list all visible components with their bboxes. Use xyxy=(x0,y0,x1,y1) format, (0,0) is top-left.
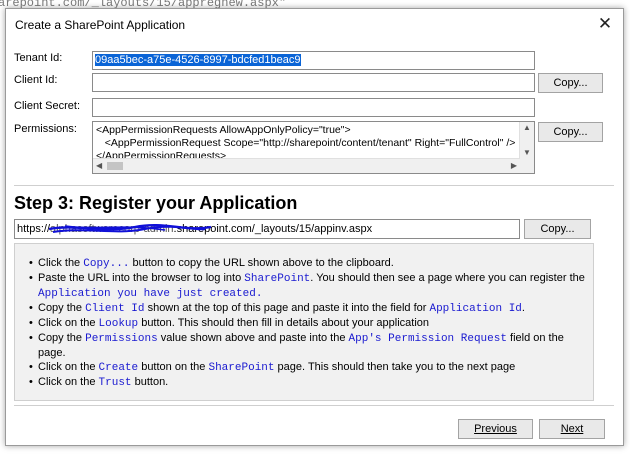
client-id-field[interactable] xyxy=(92,73,535,92)
instruction-code: Client Id xyxy=(85,303,145,315)
instruction-text: value shown above and paste into the xyxy=(157,332,349,344)
instruction-item: Click on the Trust button. xyxy=(29,375,589,390)
permissions-line: <AppPermissionRequests AllowAppOnlyPolic… xyxy=(96,124,351,136)
previous-button[interactable]: Previous xyxy=(458,419,533,439)
client-secret-field[interactable] xyxy=(92,98,535,117)
copy-url-button[interactable]: Copy... xyxy=(524,219,591,239)
permissions-horizontal-scrollbar[interactable]: ◀ ▶ xyxy=(93,158,520,173)
instruction-code: Permissions xyxy=(85,333,158,345)
instruction-text: Click on the xyxy=(38,376,99,388)
next-button[interactable]: Next xyxy=(539,419,605,439)
client-secret-label: Client Secret: xyxy=(14,100,81,112)
instruction-text: Click on the xyxy=(38,361,99,373)
instructions-list: Click the Copy... button to copy the URL… xyxy=(29,256,589,390)
instruction-text: button. xyxy=(131,376,169,388)
permissions-textarea[interactable]: <AppPermissionRequests AllowAppOnlyPolic… xyxy=(92,121,535,174)
permissions-vertical-scrollbar[interactable]: ▲ ▼ xyxy=(519,122,534,160)
instruction-code: App's Permission Request xyxy=(348,333,507,345)
instruction-code: Create xyxy=(98,362,139,374)
scroll-up-icon[interactable]: ▲ xyxy=(523,123,531,132)
copy-client-id-button[interactable]: Copy... xyxy=(538,73,603,93)
horizontal-scroll-thumb[interactable] xyxy=(107,162,123,170)
instruction-text: button. This should then fill in details… xyxy=(138,317,430,329)
previous-button-label: Previous xyxy=(474,423,517,435)
register-url-field[interactable]: https://alphasoftwarecorp-admin.sharepoi… xyxy=(14,219,520,239)
instruction-text: Copy the xyxy=(38,332,86,344)
scroll-left-icon[interactable]: ◀ xyxy=(96,161,102,170)
permissions-line: <AppPermissionRequest Scope="http://shar… xyxy=(96,137,516,149)
instruction-text: . xyxy=(521,302,525,314)
instruction-code: Application you have just created. xyxy=(38,288,263,300)
instruction-code: Application Id xyxy=(429,303,522,315)
tenant-id-value: 09aa5bec-a75e-4526-8997-bdcfed1beac9 xyxy=(95,54,301,66)
step-heading: Step 3: Register your Application xyxy=(14,193,298,213)
create-sharepoint-application-dialog: Create a SharePoint Application ✕ Tenant… xyxy=(5,8,624,446)
instruction-text: Click the xyxy=(38,257,84,269)
instruction-text: Copy the xyxy=(38,302,86,314)
instruction-text: Click on the xyxy=(38,317,99,329)
instruction-code: Copy... xyxy=(83,258,130,270)
instruction-code: SharePoint xyxy=(244,273,311,285)
tenant-id-field[interactable]: 09aa5bec-a75e-4526-8997-bdcfed1beac9 xyxy=(92,51,535,70)
instruction-item: Click on the Lookup button. This should … xyxy=(29,316,589,331)
footer-separator xyxy=(14,405,614,406)
instruction-item: Click the Copy... button to copy the URL… xyxy=(29,256,589,271)
instruction-item: Paste the URL into the browser to log in… xyxy=(29,271,589,301)
instruction-text: . You should then see a page where you c… xyxy=(310,272,585,284)
scroll-down-icon[interactable]: ▼ xyxy=(523,148,531,157)
dialog-titlebar: Create a SharePoint Application ✕ xyxy=(6,9,623,39)
instruction-item: Copy the Client Id shown at the top of t… xyxy=(29,301,589,316)
close-icon[interactable]: ✕ xyxy=(593,12,617,36)
instruction-text: page. This should then take you to the n… xyxy=(274,361,516,373)
instruction-item: Copy the Permissions value shown above a… xyxy=(29,331,589,360)
instruction-text: button to copy the URL shown above to th… xyxy=(129,257,394,269)
dialog-title: Create a SharePoint Application xyxy=(15,18,186,32)
tenant-id-label: Tenant Id: xyxy=(14,52,63,64)
client-id-label: Client Id: xyxy=(14,74,58,86)
permissions-label: Permissions: xyxy=(14,123,77,135)
next-button-label: Next xyxy=(560,423,584,435)
scrollbar-corner xyxy=(520,159,534,173)
instruction-code: Lookup xyxy=(98,318,139,330)
instruction-text: shown at the top of this page and paste … xyxy=(144,302,430,314)
instruction-text: button on the xyxy=(138,361,209,373)
instruction-code: SharePoint xyxy=(208,362,275,374)
redaction-scribble xyxy=(48,223,212,233)
instruction-text: Paste the URL into the browser to log in… xyxy=(38,272,245,284)
instructions-panel: Click the Copy... button to copy the URL… xyxy=(14,243,594,401)
copy-permissions-button[interactable]: Copy... xyxy=(538,122,603,142)
scroll-right-icon[interactable]: ▶ xyxy=(511,161,517,170)
instruction-item: Click on the Create button on the ShareP… xyxy=(29,360,589,375)
instruction-code: Trust xyxy=(98,377,132,389)
separator xyxy=(14,185,614,186)
